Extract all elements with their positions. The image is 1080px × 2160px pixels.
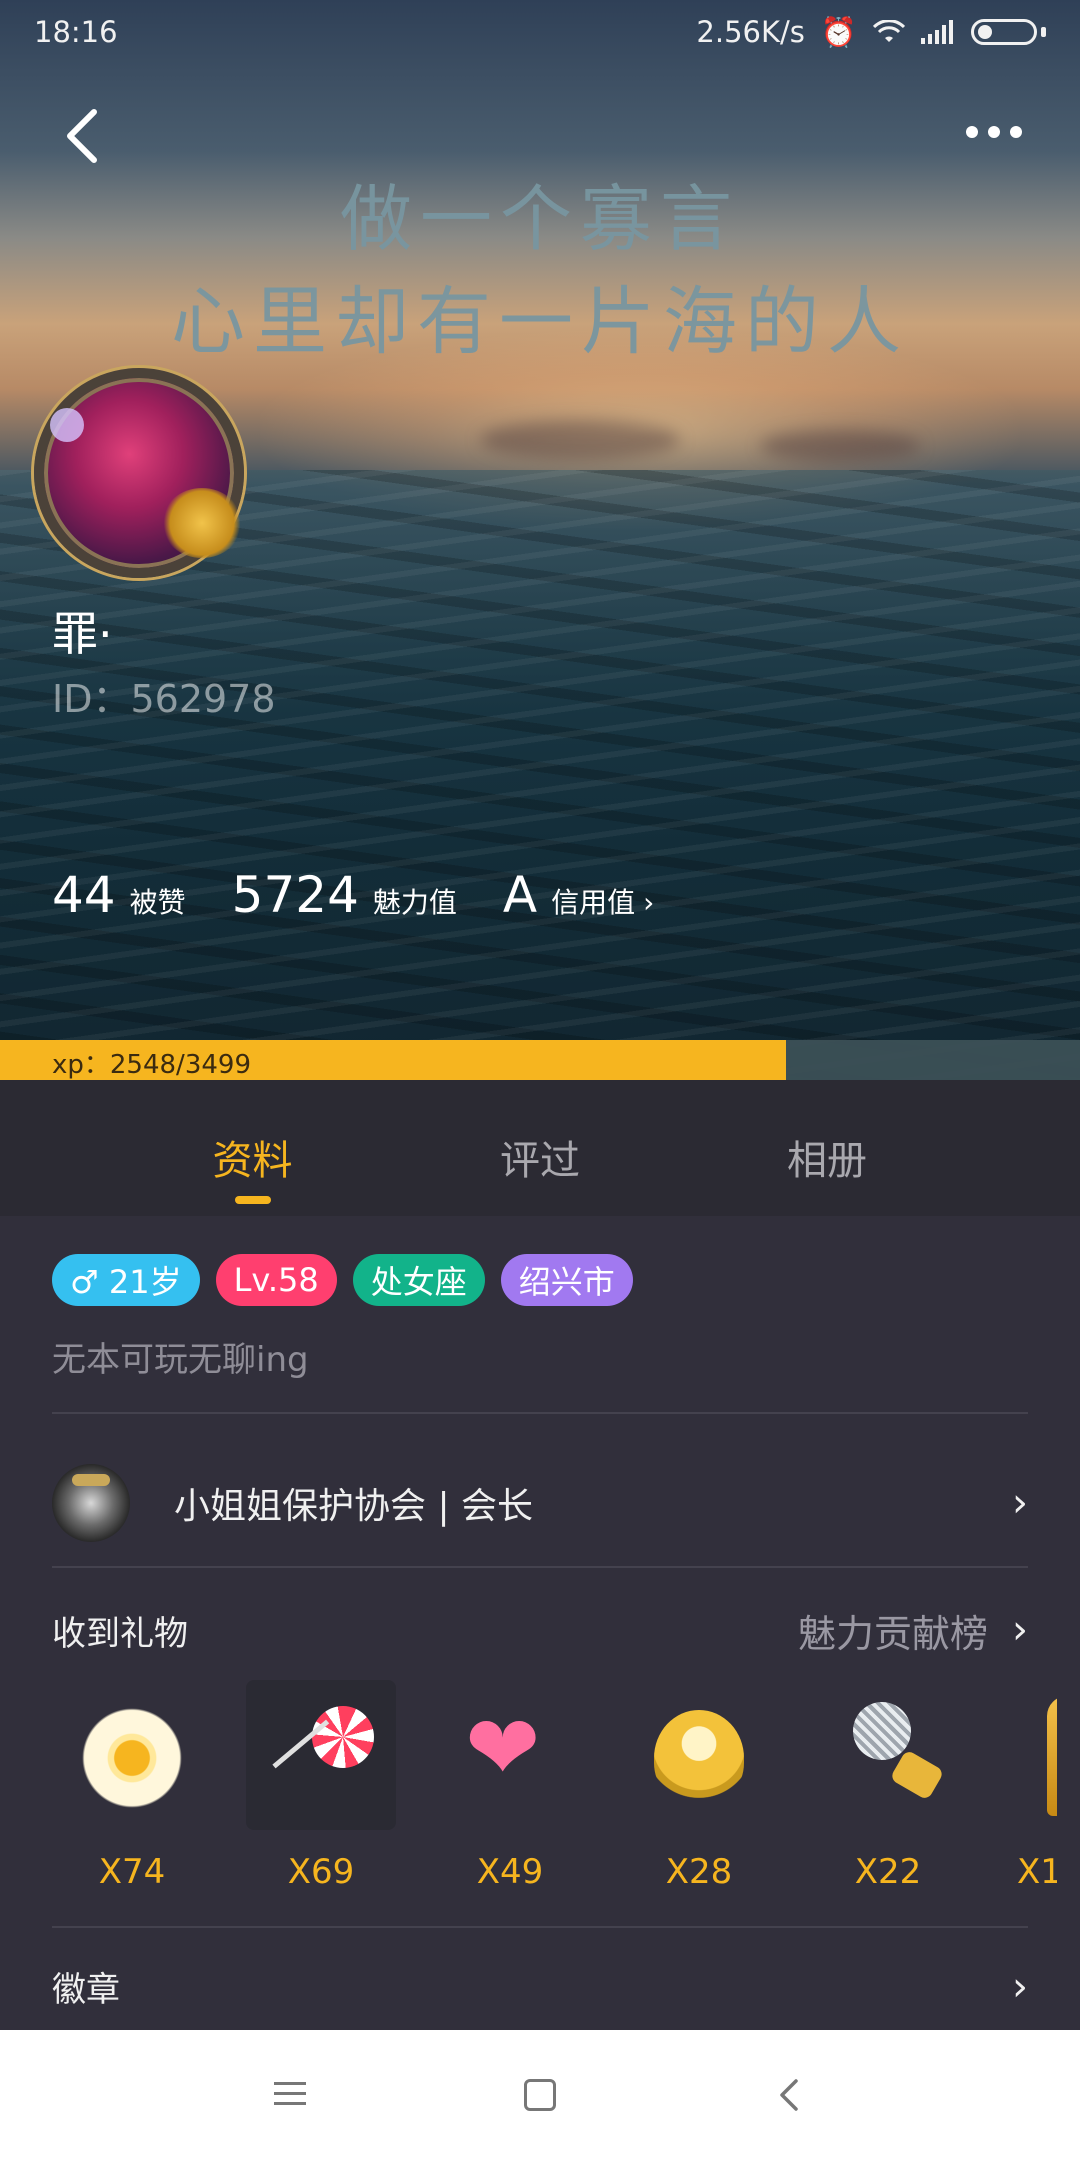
avatar-frame-flower <box>50 408 84 442</box>
fried-egg-icon <box>57 1680 207 1830</box>
banana-icon <box>624 1680 774 1830</box>
divider <box>52 1926 1028 1928</box>
gift-count: X28 <box>665 1852 733 1892</box>
profile-tabs: 资料 评过 相册 <box>0 1080 1080 1216</box>
tab-reviews[interactable]: 评过 <box>495 1080 585 1186</box>
chevron-right-icon: › <box>1012 1480 1028 1526</box>
wifi-icon <box>873 20 905 42</box>
menu-icon[interactable] <box>270 2075 310 2115</box>
gift-count: X49 <box>476 1852 544 1892</box>
profile-content: ♂ 21岁 Lv.58 处女座 绍兴市 无本可玩无聊ing 小姐姐保护协会 | … <box>0 1216 1080 2030</box>
trophy-icon <box>997 1680 1057 1830</box>
back-icon[interactable] <box>60 108 104 164</box>
tab-reviews-label: 评过 <box>500 1138 580 1184</box>
group-name: 小姐姐保护协会 | 会长 <box>174 1486 534 1527</box>
winged-heart-icon <box>435 1680 585 1830</box>
group-icon <box>52 1464 130 1542</box>
divider <box>52 1566 1028 1568</box>
gift-item[interactable]: X69 <box>241 1680 401 1892</box>
profile-header: 18:16 2.56K/s ⏰ 做一个寡言 心里却有一片海的人 罪· ID：56… <box>0 0 1080 1080</box>
system-navigation-bar <box>0 2030 1080 2160</box>
signal-icon <box>921 20 953 44</box>
user-id: ID：562978 <box>52 677 276 721</box>
status-icons: 2.56K/s ⏰ <box>696 15 1046 50</box>
cover-slogan-line2: 心里却有一片海的人 <box>171 279 909 365</box>
group-row[interactable]: 小姐姐保护协会 | 会长 › <box>52 1448 1028 1558</box>
net-speed: 2.56K/s <box>696 15 805 49</box>
home-icon[interactable] <box>520 2075 560 2115</box>
credit-value: A <box>502 866 538 924</box>
gifts-title: 收到礼物 <box>52 1613 188 1654</box>
tab-active-indicator <box>234 1196 271 1204</box>
status-bar: 18:16 2.56K/s ⏰ <box>0 0 1080 64</box>
battery-icon <box>971 19 1037 45</box>
gift-item[interactable]: X49 <box>430 1680 590 1892</box>
tab-album-label: 相册 <box>787 1138 867 1184</box>
profile-tags: ♂ 21岁 Lv.58 处女座 绍兴市 <box>52 1254 633 1306</box>
xp-progress-bar: xp：2548/3499 <box>0 1040 1080 1080</box>
tab-album[interactable]: 相册 <box>782 1080 872 1186</box>
divider <box>52 1412 1028 1414</box>
likes-label: 被赞 <box>129 886 186 919</box>
cloud <box>480 420 680 460</box>
back-nav-icon[interactable] <box>770 2075 810 2115</box>
likes-count: 44 <box>52 866 116 924</box>
badges-title: 徽章 <box>52 1970 120 2010</box>
tab-profile[interactable]: 资料 <box>0 1080 505 1216</box>
gift-count: X69 <box>287 1852 355 1892</box>
gift-item[interactable]: X22 <box>808 1680 968 1892</box>
chevron-right-icon: › <box>1012 1607 1028 1653</box>
gift-item[interactable]: X28 <box>619 1680 779 1892</box>
gift-item[interactable]: X74 <box>52 1680 212 1892</box>
gift-count: X1 <box>1017 1852 1057 1892</box>
cloud <box>760 430 920 462</box>
charm-ranking-label: 魅力贡献榜 <box>797 1611 988 1656</box>
gift-item[interactable]: X1 <box>997 1680 1057 1892</box>
gift-list: X74 X69 X49 X28 X22 X1 <box>52 1680 1057 1892</box>
stat-charm: 5724 魅力值 <box>232 866 457 924</box>
status-time: 18:16 <box>34 15 118 49</box>
user-stats: 44 被赞 5724 魅力值 A 信用值 › <box>52 866 700 924</box>
tag-gender-age: ♂ 21岁 <box>52 1254 200 1306</box>
charm-value: 5724 <box>231 866 359 924</box>
badges-row[interactable]: 徽章 › <box>52 1962 1028 2011</box>
tab-profile-label: 资料 <box>212 1138 293 1184</box>
cover-slogan-line1: 做一个寡言 <box>339 177 740 261</box>
charm-label: 魅力值 <box>372 886 457 919</box>
credit-label: 信用值 <box>551 886 636 919</box>
gift-count: X22 <box>854 1852 922 1892</box>
lollipop-icon <box>246 1680 396 1830</box>
gift-count: X74 <box>98 1852 166 1892</box>
tag-city: 绍兴市 <box>500 1254 633 1306</box>
xp-text: xp：2548/3499 <box>52 1050 251 1080</box>
tag-level: Lv.58 <box>215 1254 337 1306</box>
battery-tip <box>1041 27 1046 37</box>
avatar[interactable] <box>34 368 244 578</box>
chevron-right-icon: › <box>1012 1963 1028 2010</box>
stat-credit[interactable]: A 信用值 › <box>503 866 654 924</box>
avatar-frame-ornament <box>162 488 242 558</box>
more-options-icon[interactable] <box>966 126 1022 142</box>
stat-likes: 44 被赞 <box>52 866 186 924</box>
user-nickname: 罪· <box>52 607 113 661</box>
chevron-right-icon: › <box>643 886 655 919</box>
tag-zodiac: 处女座 <box>352 1254 485 1306</box>
microphone-icon <box>813 1680 963 1830</box>
user-signature: 无本可玩无聊ing <box>52 1340 309 1380</box>
charm-ranking-link[interactable]: 魅力贡献榜 › <box>798 1603 1028 1658</box>
gifts-header: 收到礼物 魅力贡献榜 › <box>52 1600 1028 1660</box>
alarm-icon: ⏰ <box>820 14 857 49</box>
